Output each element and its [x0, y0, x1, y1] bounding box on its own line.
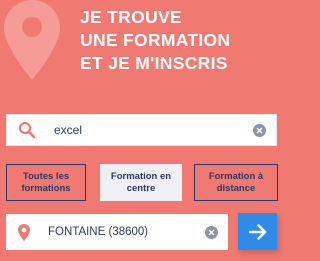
filter-distance-button[interactable]: Formation à distance [194, 164, 278, 201]
filter-in-center-button[interactable]: Formation en centre [100, 164, 182, 201]
submit-search-button[interactable] [238, 213, 277, 250]
page-headline: JE TROUVE UNE FORMATION ET JE M'INSCRIS [80, 6, 295, 75]
search-input-value[interactable]: excel [54, 123, 253, 137]
location-input-value[interactable]: FONTAINE (38600) [48, 226, 205, 238]
close-icon [208, 229, 215, 235]
filter-all-formations-button[interactable]: Toutes les formations [6, 164, 86, 201]
search-input[interactable]: excel [6, 114, 277, 146]
location-pin-icon [4, 0, 60, 80]
clear-search-button[interactable] [253, 123, 266, 137]
search-icon [18, 121, 40, 139]
formation-type-filters: Toutes les formations Formation en centr… [6, 164, 300, 201]
headline-line-1: JE TROUVE [80, 7, 182, 27]
headline-line-2: UNE FORMATION [80, 30, 231, 50]
location-input[interactable]: FONTAINE (38600) [6, 214, 228, 250]
close-icon [256, 127, 263, 133]
headline-line-3: ET JE M'INSCRIS [80, 53, 228, 73]
clear-location-button[interactable] [205, 225, 218, 239]
location-pin-icon [18, 223, 34, 241]
arrow-right-icon [248, 223, 266, 240]
